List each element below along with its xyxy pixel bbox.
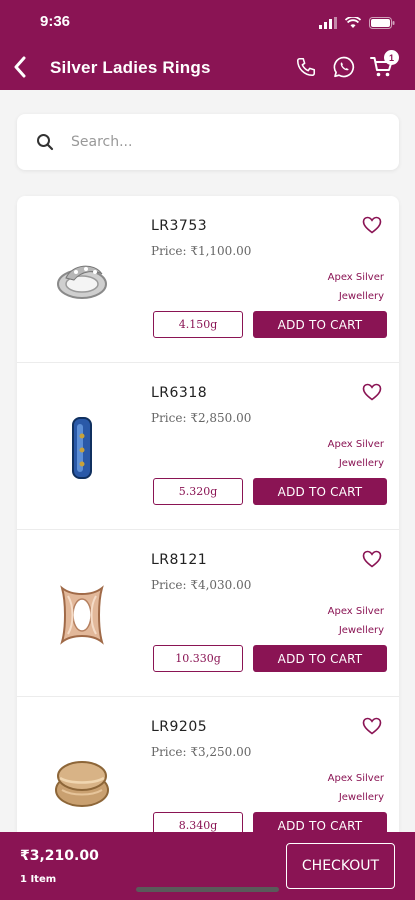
- product-price: Price: ₹4,030.00: [151, 578, 252, 592]
- cart-button[interactable]: 1: [368, 50, 399, 81]
- product-price: Price: ₹2,850.00: [151, 411, 252, 425]
- brand-label: Apex Silver Jewellery: [264, 435, 384, 473]
- whatsapp-button[interactable]: [330, 53, 358, 81]
- brand-label: Apex Silver Jewellery: [264, 602, 384, 640]
- silver-ring-image[interactable]: [47, 246, 117, 316]
- heart-icon[interactable]: [361, 214, 383, 236]
- back-button[interactable]: [6, 52, 34, 82]
- product-code: LR6318: [151, 385, 208, 401]
- product-card[interactable]: LR9205 Price: ₹3,250.00 Apex Silver Jewe…: [17, 697, 399, 832]
- signal-icon: [319, 14, 337, 33]
- wifi-icon: [344, 14, 362, 33]
- cart-item-count: 1 Item: [20, 874, 57, 885]
- status-time: 9:36: [40, 13, 71, 30]
- brand-label: Apex Silver Jewellery: [264, 769, 384, 807]
- cart-total: ₹3,210.00: [20, 848, 99, 864]
- brand-line: Jewellery: [338, 291, 384, 302]
- phone-icon: [296, 57, 316, 77]
- chevron-left-icon: [14, 56, 26, 78]
- search-icon: [35, 132, 55, 152]
- add-to-cart-button[interactable]: ADD TO CART: [253, 311, 387, 338]
- weight-button[interactable]: 10.330g: [153, 645, 243, 672]
- heart-icon[interactable]: [361, 715, 383, 737]
- weight-button[interactable]: 4.150g: [153, 311, 243, 338]
- brand-line: Apex Silver: [327, 439, 384, 450]
- search-input[interactable]: [71, 134, 371, 150]
- brand-line: Apex Silver: [327, 773, 384, 784]
- product-card[interactable]: LR6318 Price: ₹2,850.00 Apex Silver Jewe…: [17, 363, 399, 530]
- gold-wave-ring-image[interactable]: [47, 747, 117, 817]
- heart-icon[interactable]: [361, 548, 383, 570]
- brand-line: Jewellery: [338, 625, 384, 636]
- product-price: Price: ₹1,100.00: [151, 244, 252, 258]
- add-to-cart-button[interactable]: ADD TO CART: [253, 645, 387, 672]
- brand-line: Jewellery: [338, 792, 384, 803]
- add-to-cart-button[interactable]: ADD TO CART: [253, 812, 387, 832]
- rose-gold-ring-image[interactable]: [47, 580, 117, 650]
- weight-button[interactable]: 5.320g: [153, 478, 243, 505]
- brand-line: Jewellery: [338, 458, 384, 469]
- brand-line: Apex Silver: [327, 606, 384, 617]
- status-icons: [319, 14, 395, 33]
- status-bar: 9:36: [0, 0, 415, 44]
- brand-line: Apex Silver: [327, 272, 384, 283]
- weight-button[interactable]: 8.340g: [153, 812, 243, 832]
- battery-icon: [369, 14, 395, 33]
- product-card[interactable]: LR3753 Price: ₹1,100.00 Apex Silver Jewe…: [17, 196, 399, 363]
- whatsapp-icon: [333, 56, 355, 78]
- home-indicator[interactable]: [136, 887, 279, 892]
- checkout-button[interactable]: CHECKOUT: [286, 843, 395, 889]
- search-bar[interactable]: [17, 114, 399, 170]
- product-price: Price: ₹3,250.00: [151, 745, 252, 759]
- product-card[interactable]: LR8121 Price: ₹4,030.00 Apex Silver Jewe…: [17, 530, 399, 697]
- blue-band-ring-image[interactable]: [47, 413, 117, 483]
- page-title: Silver Ladies Rings: [50, 58, 211, 77]
- call-button[interactable]: [292, 53, 320, 81]
- add-to-cart-button[interactable]: ADD TO CART: [253, 478, 387, 505]
- cart-badge: 1: [384, 50, 399, 65]
- product-code: LR9205: [151, 719, 208, 735]
- app-header: Silver Ladies Rings 1: [0, 44, 415, 90]
- brand-label: Apex Silver Jewellery: [264, 268, 384, 306]
- heart-icon[interactable]: [361, 381, 383, 403]
- product-list: LR3753 Price: ₹1,100.00 Apex Silver Jewe…: [17, 196, 399, 832]
- product-code: LR3753: [151, 218, 208, 234]
- product-code: LR8121: [151, 552, 208, 568]
